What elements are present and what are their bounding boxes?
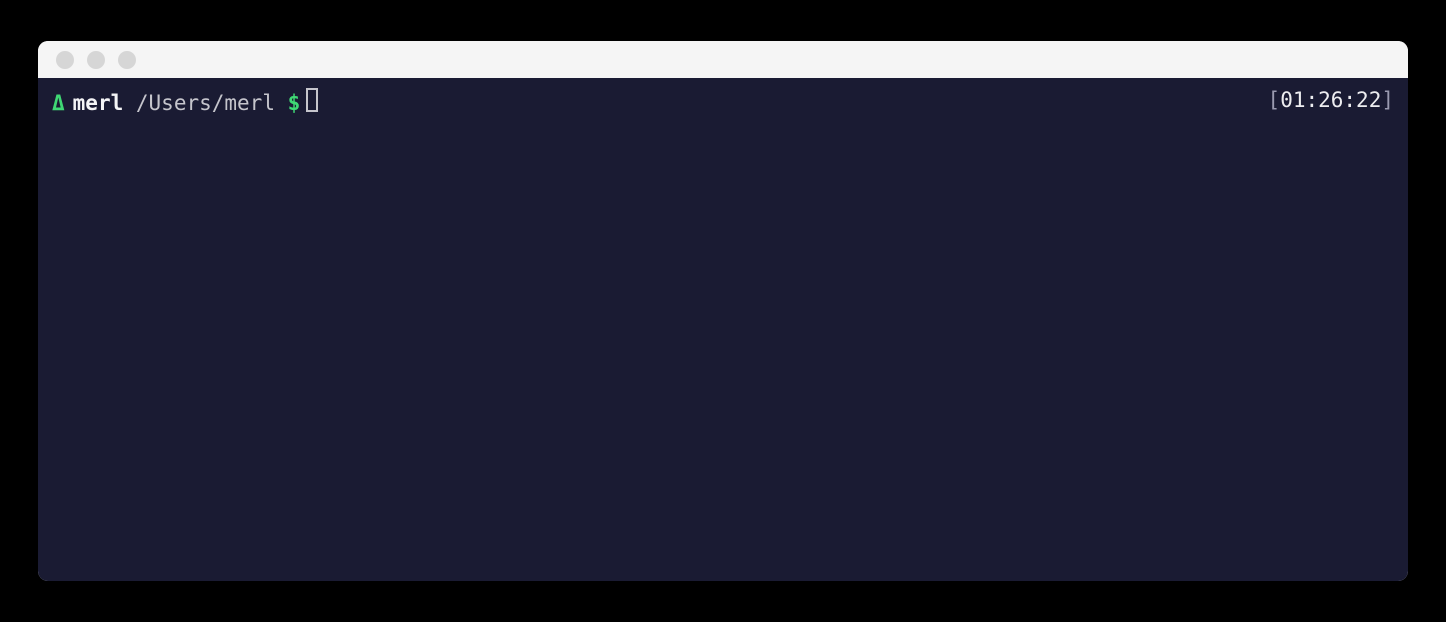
window-title-bar	[38, 41, 1408, 78]
prompt-line: Δ merl /Users/merl $	[52, 86, 318, 118]
delta-icon: Δ	[52, 89, 65, 118]
prompt-hostname: merl	[73, 89, 124, 118]
clock-time: 01:26:22	[1280, 88, 1381, 112]
clock-close-bracket: ]	[1381, 88, 1394, 112]
clock: [01:26:22]	[1268, 86, 1394, 115]
maximize-window-button[interactable]	[118, 51, 136, 69]
minimize-window-button[interactable]	[87, 51, 105, 69]
clock-open-bracket: [	[1268, 88, 1281, 112]
cursor	[306, 88, 318, 112]
terminal-window: Δ merl /Users/merl $ [01:26:22]	[38, 41, 1408, 581]
terminal-body[interactable]: Δ merl /Users/merl $ [01:26:22]	[38, 78, 1408, 581]
prompt-path: /Users/merl	[136, 89, 275, 118]
close-window-button[interactable]	[56, 51, 74, 69]
prompt-symbol: $	[288, 89, 301, 118]
